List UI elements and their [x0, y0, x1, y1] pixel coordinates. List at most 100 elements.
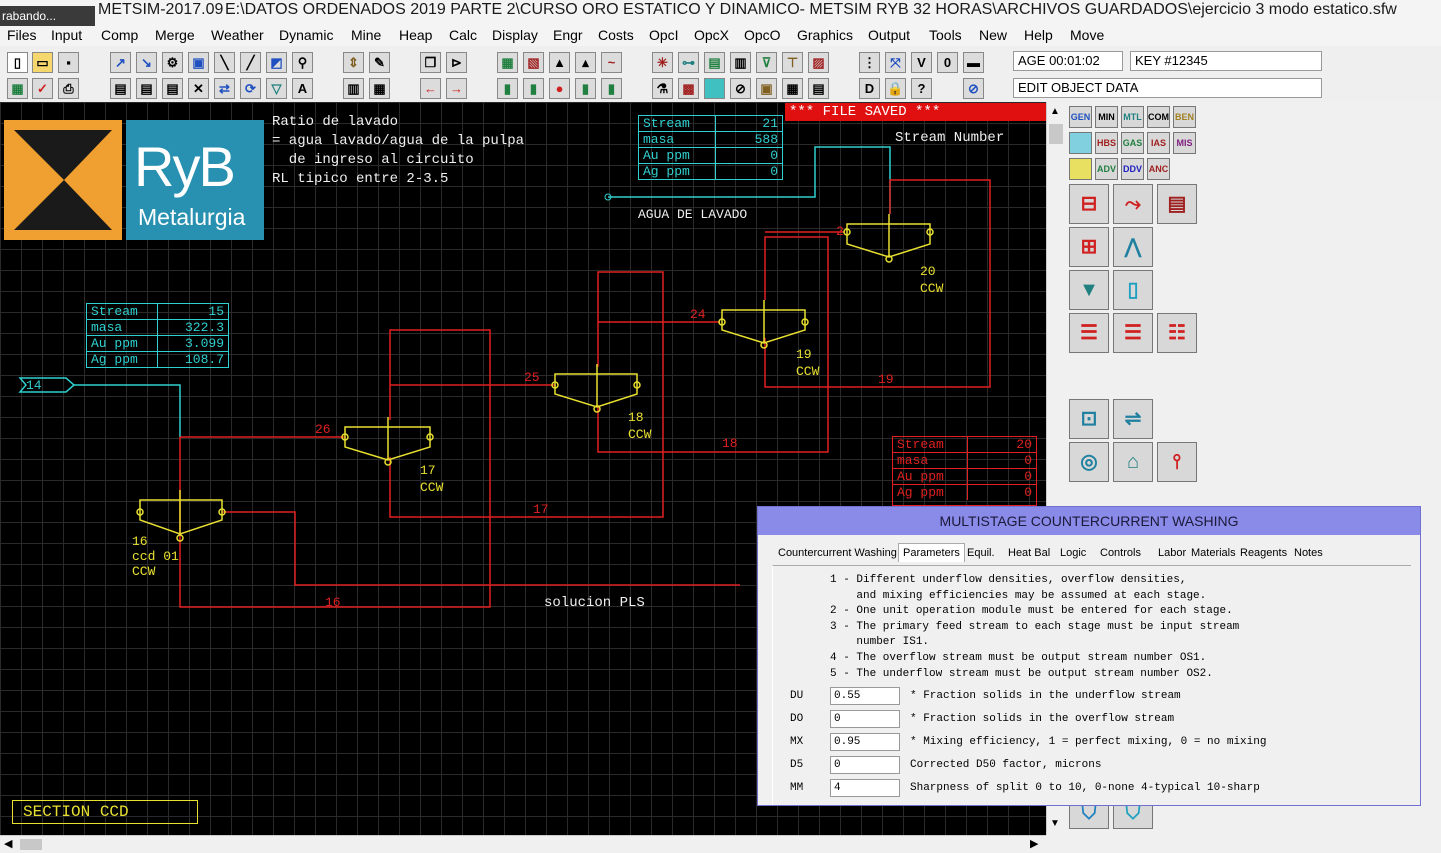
unit-icon-10[interactable]: ⊽	[756, 52, 777, 73]
open-folder-icon[interactable]: ▭	[32, 52, 53, 73]
vx-icon[interactable]: V	[911, 52, 932, 73]
equip-icon-4[interactable]: ▮	[601, 78, 622, 99]
mm-field[interactable]	[830, 779, 900, 797]
unit-icon-9[interactable]: ▥	[730, 52, 751, 73]
zero-icon[interactable]: 0	[937, 52, 958, 73]
flask-icon[interactable]: ⊡	[1069, 399, 1109, 439]
hscroll-thumb[interactable]	[20, 839, 42, 850]
stream-table-left[interactable]: Stream 15 masa 322.3 Au ppm 3.099 Ag ppm 108…	[86, 303, 229, 368]
tag-icon[interactable]: ⊳	[446, 52, 467, 73]
palette-hbs[interactable]: HBS	[1095, 132, 1118, 154]
film-icon[interactable]: ▬	[963, 52, 984, 73]
cyclone-icon[interactable]: ▼	[1069, 270, 1109, 310]
scroll-down-icon[interactable]: ▼	[1050, 818, 1060, 829]
edit-icon[interactable]: ✎	[369, 52, 390, 73]
copy-icon[interactable]: ❐	[420, 52, 441, 73]
menu-new[interactable]: New	[979, 27, 1007, 43]
unit-label-17[interactable]: 17 CCW	[420, 462, 443, 496]
unit-label-20[interactable]: 20 CCW	[920, 263, 943, 297]
menu-costs[interactable]: Costs	[598, 27, 634, 43]
menu-move[interactable]: Move	[1070, 27, 1104, 43]
palette-ddv[interactable]: DDV	[1121, 158, 1144, 180]
tab-countercurrent-washing[interactable]: Countercurrent Washing	[778, 547, 897, 559]
stop-icon[interactable]: ●	[549, 78, 570, 99]
tab-heat-bal[interactable]: Heat Bal	[1008, 547, 1050, 559]
equip-icon-3[interactable]: ▮	[575, 78, 596, 99]
menu-weather[interactable]: Weather	[211, 27, 264, 43]
horizontal-scrollbar[interactable]: ◀ ▶	[0, 835, 1046, 853]
palette-com[interactable]: COM	[1147, 106, 1170, 128]
thickener-18[interactable]	[551, 364, 641, 413]
scroll-left-icon[interactable]: ◀	[4, 837, 12, 850]
unit-label-16[interactable]: 16 ccd 01 CCW	[132, 534, 179, 579]
stack-icon-2[interactable]: ☰	[1113, 313, 1153, 353]
text-icon[interactable]: A	[292, 78, 313, 99]
scroll-up-icon[interactable]: ▲	[1050, 106, 1060, 117]
gear-icon[interactable]: ⚙	[162, 52, 183, 73]
check-icon[interactable]: ✓	[32, 78, 53, 99]
thermometer-icon[interactable]: ⫯	[1157, 442, 1197, 482]
grid-icon[interactable]: ⋮	[859, 52, 880, 73]
menu-opco[interactable]: OpcO	[744, 27, 781, 43]
print-icon[interactable]: ⎙	[58, 78, 79, 99]
tab-reagents[interactable]: Reagents	[1240, 547, 1287, 559]
menu-heap[interactable]: Heap	[399, 27, 432, 43]
unit-icon-3[interactable]: ▲	[549, 52, 570, 73]
no-entry-icon[interactable]: ⊘	[963, 78, 984, 99]
new-file-icon[interactable]: ▯	[7, 52, 28, 73]
stream-table-top[interactable]: Stream 21 masa 588 Au ppm 0 Ag ppm 0	[638, 115, 783, 180]
tab-logic[interactable]: Logic	[1060, 547, 1086, 559]
unit-icon-6[interactable]: ✳	[652, 52, 673, 73]
calc-icon-2[interactable]: ▤	[136, 78, 157, 99]
arrow-line-icon[interactable]: ╱	[240, 52, 261, 73]
section-label[interactable]: SECTION CCD	[12, 800, 198, 824]
line-icon[interactable]: ╲	[214, 52, 235, 73]
thickener-19[interactable]	[718, 300, 809, 349]
pipe-icon[interactable]: ⤳	[1113, 184, 1153, 224]
de-icon[interactable]: D	[859, 78, 880, 99]
palette-mis[interactable]: MIS	[1173, 132, 1196, 154]
unit-label-18[interactable]: 18 CCW	[628, 409, 651, 443]
menu-opci[interactable]: OpcI	[649, 27, 679, 43]
chem-icon-3[interactable]	[704, 78, 725, 99]
unit-icon-5[interactable]: ~	[601, 52, 622, 73]
thickener-20[interactable]	[843, 214, 934, 263]
move-icon[interactable]: ◩	[266, 52, 287, 73]
tank-icon[interactable]: ⊟	[1069, 184, 1109, 224]
tab-labor[interactable]: Labor	[1158, 547, 1186, 559]
chem-icon-7[interactable]: ▤	[808, 78, 829, 99]
palette-anc[interactable]: ANC	[1147, 158, 1170, 180]
menu-files[interactable]: Files	[7, 27, 37, 43]
separator-icon[interactable]: ⊞	[1069, 227, 1109, 267]
menu-graphics[interactable]: Graphics	[797, 27, 853, 43]
palette-gas[interactable]: GAS	[1121, 132, 1144, 154]
calc-icon-3[interactable]: ▤	[162, 78, 183, 99]
menu-opcx[interactable]: OpcX	[694, 27, 729, 43]
unit-icon-2[interactable]: ▧	[523, 52, 544, 73]
scroll-thumb[interactable]	[1049, 124, 1063, 144]
mx-field[interactable]	[830, 733, 900, 751]
palette-gen[interactable]: GEN	[1069, 106, 1092, 128]
bin-icon[interactable]: ▯	[1113, 270, 1153, 310]
stream-table-right[interactable]: Stream 20 masa 0 Au ppm 0 Ag ppm 0	[892, 436, 1037, 506]
chem-icon-2[interactable]: ▩	[678, 78, 699, 99]
screen-icon[interactable]: ⋀	[1113, 227, 1153, 267]
arrow-left-icon[interactable]: ←	[420, 78, 441, 99]
menu-comp[interactable]: Comp	[101, 27, 138, 43]
thickener-17[interactable]	[341, 417, 434, 466]
tab-parameters[interactable]: Parameters	[898, 543, 965, 562]
stack-icon-3[interactable]: ☷	[1157, 313, 1197, 353]
menu-dynamic[interactable]: Dynamic	[279, 27, 333, 43]
delete-icon[interactable]: ✕	[188, 78, 209, 99]
menu-tools[interactable]: Tools	[929, 27, 962, 43]
palette-min[interactable]: MIN	[1095, 106, 1118, 128]
draw-icon-1[interactable]: ↗	[110, 52, 131, 73]
palette-mtl[interactable]: MTL	[1121, 106, 1144, 128]
palette-ben[interactable]: BEN	[1173, 106, 1196, 128]
unit-label-19[interactable]: 19 CCW	[796, 346, 819, 380]
palette-adv[interactable]: ADV	[1095, 158, 1118, 180]
chem-icon-4[interactable]: ⊘	[730, 78, 751, 99]
layout-icon[interactable]: ▦	[7, 78, 28, 99]
menu-help[interactable]: Help	[1024, 27, 1053, 43]
unit-icon-12[interactable]: ▨	[808, 52, 829, 73]
